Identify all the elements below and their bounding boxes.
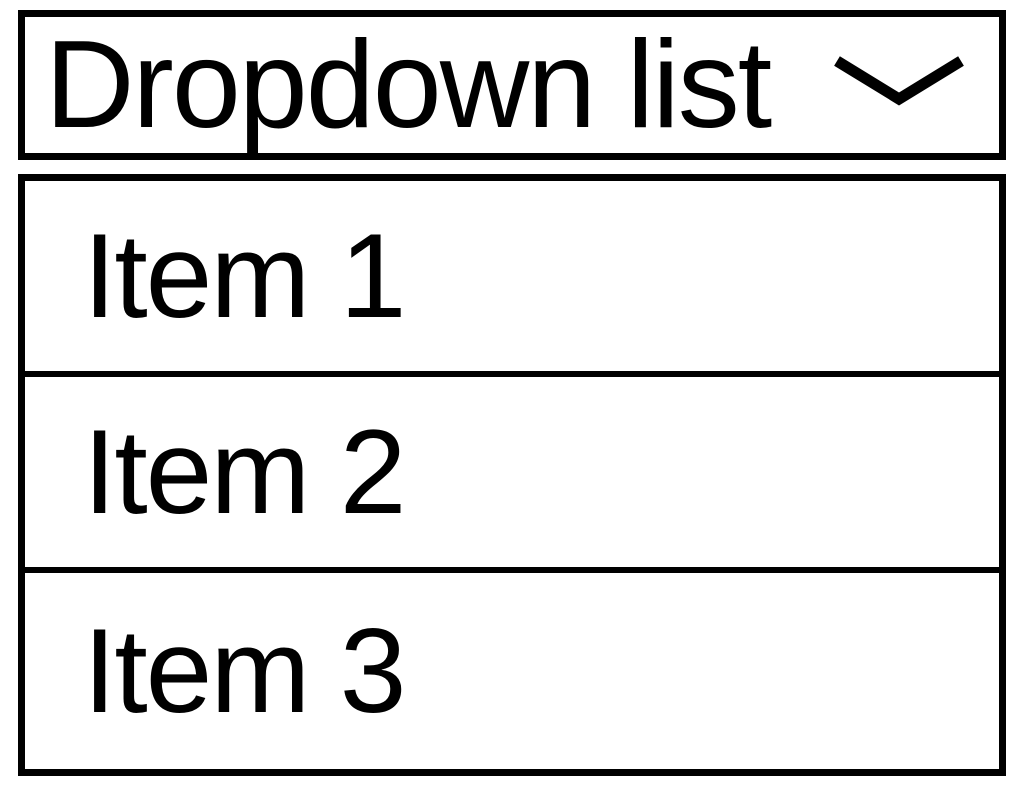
dropdown-label: Dropdown list bbox=[45, 23, 770, 147]
list-item[interactable]: Item 2 bbox=[25, 377, 999, 573]
dropdown-toggle[interactable]: Dropdown list bbox=[18, 10, 1006, 160]
chevron-down-icon bbox=[829, 53, 969, 118]
dropdown-list: Item 1 Item 2 Item 3 bbox=[18, 174, 1006, 776]
list-item[interactable]: Item 1 bbox=[25, 181, 999, 377]
list-item[interactable]: Item 3 bbox=[25, 573, 999, 769]
list-item-label: Item 3 bbox=[83, 602, 404, 740]
list-item-label: Item 1 bbox=[83, 207, 404, 345]
list-item-label: Item 2 bbox=[83, 403, 404, 541]
